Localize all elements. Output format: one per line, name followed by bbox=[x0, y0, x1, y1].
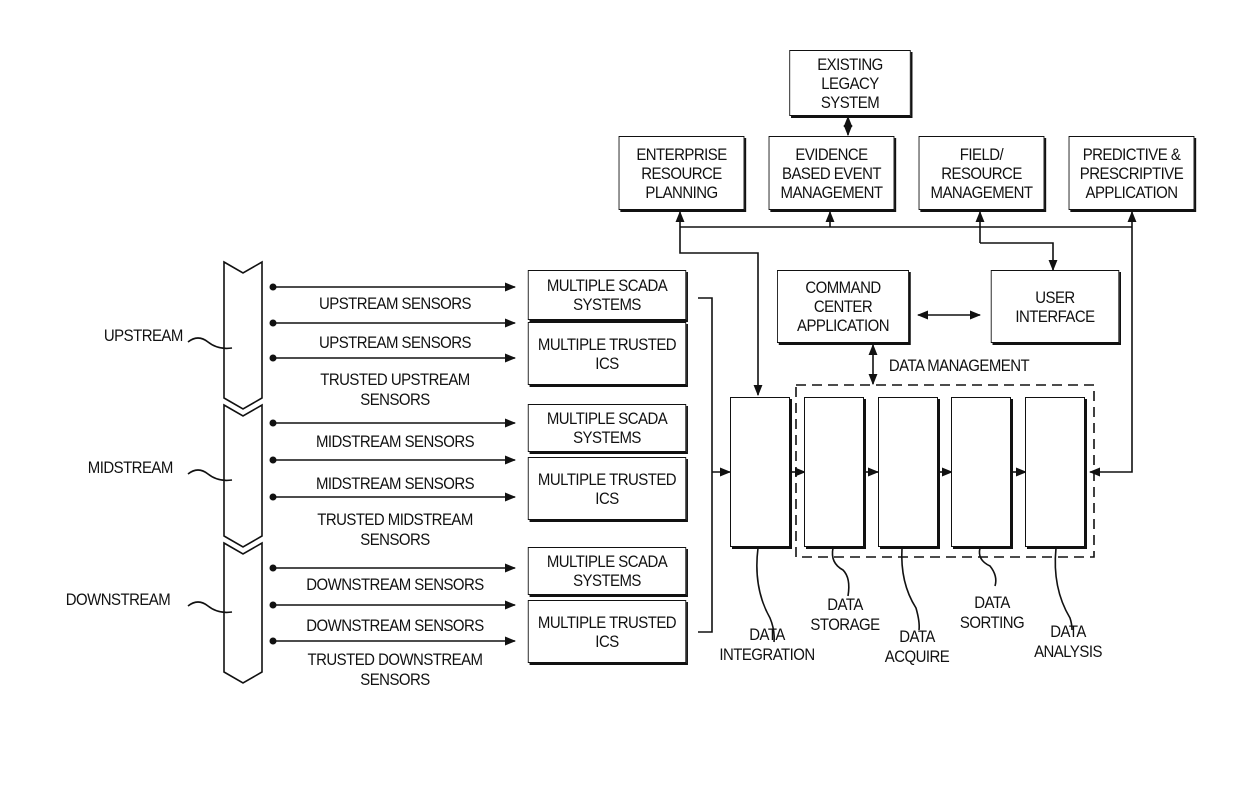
stream-label-downstream: DOWNSTREAM bbox=[65, 590, 171, 609]
sensor-label: MIDSTREAM SENSORS bbox=[315, 432, 475, 451]
midstream-segment bbox=[223, 403, 263, 548]
pipeline-stage-label: DATA ACQUIRE bbox=[884, 627, 950, 666]
sensor-label: DOWNSTREAM SENSORS bbox=[306, 616, 484, 635]
app-box-evidence: EVIDENCE BASED EVENT MANAGEMENT bbox=[768, 136, 895, 210]
scada-systems-box: MULTIPLE SCADA SYSTEMS bbox=[527, 270, 687, 320]
app-box-erp: ENTERPRISE RESOURCE PLANNING bbox=[618, 136, 745, 210]
data-management-label: DATA MANAGEMENT bbox=[888, 356, 1030, 375]
sensor-label: TRUSTED MIDSTREAM SENSORS bbox=[317, 510, 473, 549]
pipeline-stage-box bbox=[730, 397, 790, 547]
sensor-label: TRUSTED DOWNSTREAM SENSORS bbox=[307, 650, 483, 689]
trusted-ics-box: MULTIPLE TRUSTED ICS bbox=[527, 600, 687, 663]
upstream-segment bbox=[223, 260, 263, 410]
app-box-field: FIELD/ RESOURCE MANAGEMENT bbox=[918, 136, 1045, 210]
sensor-label: MIDSTREAM SENSORS bbox=[315, 474, 475, 493]
pipeline-stage-box bbox=[878, 397, 938, 547]
pipeline-stage-label: DATA ANALYSIS bbox=[1034, 622, 1102, 661]
app-box-predictive: PREDICTIVE & PRESCRIPTIVE APPLICATION bbox=[1068, 136, 1195, 210]
trusted-ics-box: MULTIPLE TRUSTED ICS bbox=[527, 457, 687, 520]
pipeline-stage-box bbox=[951, 397, 1011, 547]
scada-systems-box: MULTIPLE SCADA SYSTEMS bbox=[527, 547, 687, 595]
sensor-label: TRUSTED UPSTREAM SENSORS bbox=[320, 370, 470, 409]
stream-label-upstream: UPSTREAM bbox=[103, 326, 183, 345]
scada-systems-box: MULTIPLE SCADA SYSTEMS bbox=[527, 404, 687, 452]
user-interface-box: USER INTERFACE bbox=[990, 270, 1120, 343]
stream-label-midstream: MIDSTREAM bbox=[87, 458, 174, 477]
legacy-system-box: EXISTING LEGACY SYSTEM bbox=[789, 50, 911, 116]
pipeline-stage-box bbox=[804, 397, 864, 547]
sensor-label: DOWNSTREAM SENSORS bbox=[306, 575, 484, 594]
connector-layer bbox=[187, 115, 1137, 684]
sensor-label: UPSTREAM SENSORS bbox=[319, 294, 472, 313]
sensor-label: UPSTREAM SENSORS bbox=[319, 333, 472, 352]
trusted-ics-box: MULTIPLE TRUSTED ICS bbox=[527, 322, 687, 385]
pipeline-stage-box bbox=[1025, 397, 1085, 547]
command-center-box: COMMAND CENTER APPLICATION bbox=[777, 270, 909, 343]
